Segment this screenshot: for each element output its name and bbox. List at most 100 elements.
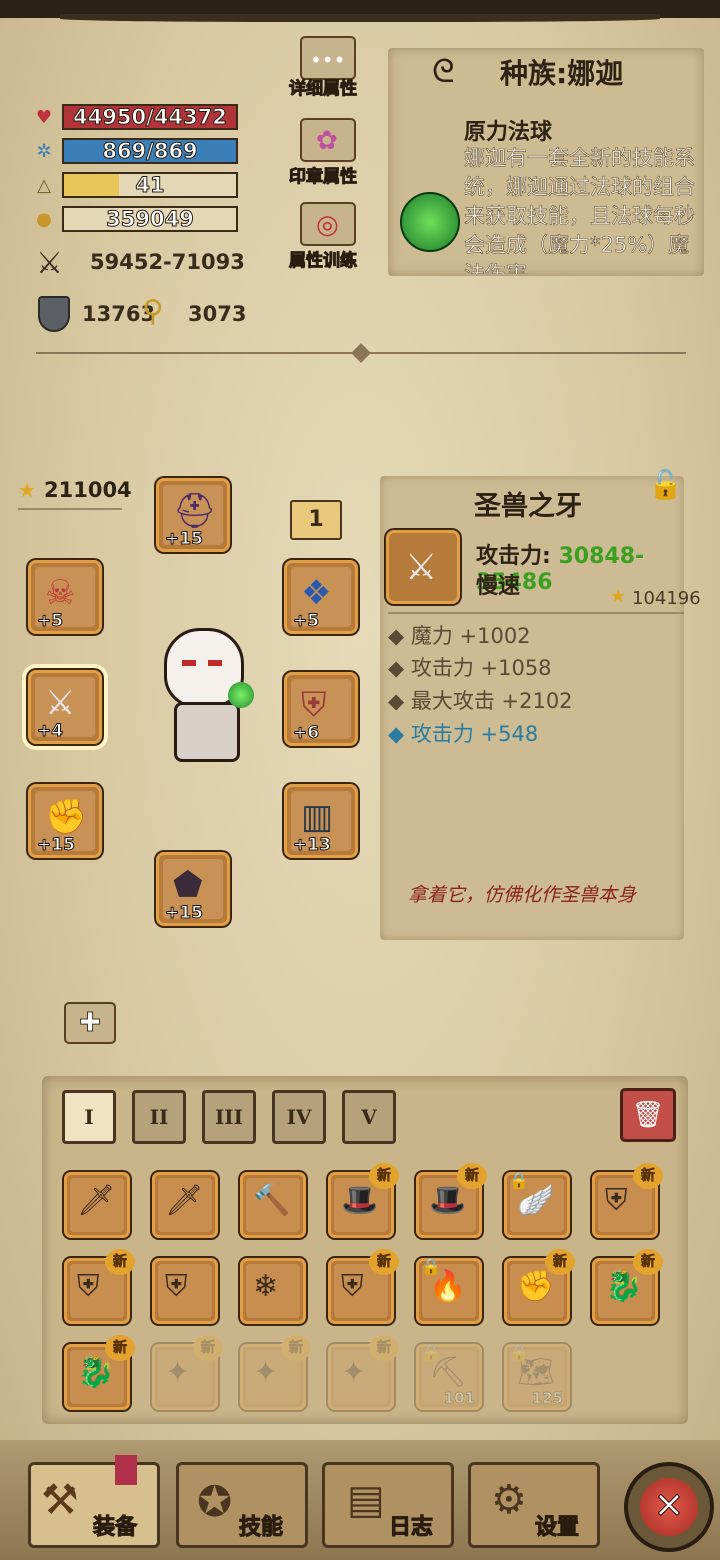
level-row: △ 41 bbox=[34, 172, 244, 200]
inventory-slot[interactable]: ✦ 新 bbox=[240, 1335, 311, 1410]
inventory-slot[interactable]: ⛨ 新 bbox=[64, 1249, 135, 1324]
nav-equip-button[interactable]: ⚒ 装备 bbox=[28, 1455, 160, 1548]
race-title: 种族:娜迦 bbox=[500, 57, 624, 90]
item-count: 101 bbox=[443, 1389, 475, 1408]
slot-level: +15 bbox=[37, 835, 76, 856]
inventory-tab-4[interactable]: IV bbox=[272, 1090, 326, 1144]
new-badge: 新 bbox=[457, 1163, 487, 1189]
item-score: 104196 bbox=[632, 588, 701, 609]
inventory-slot[interactable]: 🔥 🔒 bbox=[416, 1257, 482, 1324]
nav-skill-button[interactable]: ✪ 技能 bbox=[176, 1462, 308, 1548]
dark-armor-icon: ⛨ bbox=[605, 1183, 628, 1218]
sword-icon: 🗡 bbox=[77, 1183, 116, 1218]
inventory-tab-5[interactable]: V bbox=[342, 1090, 396, 1144]
hp-value: 44950/44372 bbox=[73, 105, 228, 129]
gold-icon: ● bbox=[36, 209, 52, 230]
nav-log-button[interactable]: ▤ 日志 bbox=[322, 1462, 454, 1548]
seal-label[interactable]: 印章属性 bbox=[278, 162, 368, 188]
equip-slot-boots[interactable]: ⬟ +15 bbox=[156, 852, 230, 926]
equip-slot-helmet[interactable]: ⛑ +15 bbox=[156, 478, 230, 552]
dragon-armor-icon: 🐉 bbox=[77, 1355, 115, 1390]
attack-label: 攻击力: bbox=[476, 544, 551, 569]
inventory-slot[interactable]: 🎩 新 bbox=[328, 1163, 399, 1238]
inventory-slot[interactable]: ⛨ 新 bbox=[328, 1249, 399, 1324]
equip-slot-amulet[interactable]: ❖ +5 bbox=[284, 560, 358, 634]
inventory-tab-2[interactable]: II bbox=[132, 1090, 186, 1144]
nav-skill-label: 技能 bbox=[238, 1515, 284, 1541]
mask-eye-left bbox=[182, 660, 196, 666]
inventory-slot[interactable]: 🔨 bbox=[240, 1172, 306, 1238]
faded-item-icon: ✦ bbox=[165, 1355, 191, 1390]
curved-blade-icon: ⚔ bbox=[405, 547, 438, 588]
lock-icon: 🔒 bbox=[509, 1343, 529, 1362]
inventory-slot[interactable]: 🐉 新 bbox=[592, 1249, 663, 1324]
inventory-slot[interactable]: ⛏ 🔒 101 bbox=[416, 1343, 482, 1410]
inventory-tab-3[interactable]: III bbox=[202, 1090, 256, 1144]
equip-slot-weapon[interactable]: ⚔ +4 bbox=[28, 670, 102, 744]
inventory-slot[interactable]: 🗡 bbox=[64, 1172, 130, 1238]
inventory-slot[interactable]: ✦ 新 bbox=[328, 1335, 399, 1410]
hammer-icon: 🔨 bbox=[253, 1183, 291, 1218]
star-icon: ★ bbox=[18, 478, 36, 502]
force-orb-icon[interactable] bbox=[400, 192, 460, 252]
hat-icon: 🎩 bbox=[341, 1183, 379, 1218]
amulet-icon: ❖ bbox=[301, 573, 332, 613]
staff-icon: ⚲ bbox=[142, 294, 164, 329]
detail-label[interactable]: 详细属性 bbox=[278, 74, 368, 100]
skill-name: 原力法球 bbox=[464, 120, 553, 145]
magic-value: 3073 bbox=[188, 302, 247, 326]
inventory-slot[interactable]: ❄ bbox=[240, 1258, 306, 1324]
new-badge: 新 bbox=[633, 1163, 663, 1189]
dots-icon: ••• bbox=[310, 48, 346, 72]
mana-icon: ✲ bbox=[36, 141, 52, 162]
inventory-slot[interactable]: 🗡 bbox=[152, 1172, 218, 1238]
item-speed: 慢速 bbox=[476, 574, 521, 599]
inventory-slot[interactable]: ⛨ 新 bbox=[592, 1163, 663, 1238]
expand-button[interactable]: ✚ bbox=[64, 1002, 116, 1044]
hp-row: ♥ 44950/44372 bbox=[34, 104, 244, 132]
hat-icon: 🎩 bbox=[429, 1183, 467, 1218]
bonus-line: ◆ 魔力 +1002 bbox=[388, 624, 531, 648]
green-orb bbox=[228, 682, 254, 708]
leg-armor-icon: ▥ bbox=[301, 797, 334, 837]
trash-button[interactable]: 🗑 bbox=[620, 1088, 676, 1142]
training-button[interactable]: ◎ bbox=[300, 202, 356, 246]
equip-slot-legs[interactable]: ▥ +13 bbox=[284, 784, 358, 858]
lock-icon: 🔒 bbox=[421, 1343, 441, 1362]
inventory-slot[interactable]: 🗺 🔒 125 bbox=[504, 1343, 570, 1410]
item-detail-icon: ⚔ bbox=[386, 530, 460, 604]
nav-log-label: 日志 bbox=[388, 1515, 434, 1541]
new-badge: 新 bbox=[369, 1335, 399, 1361]
slot-level: +15 bbox=[165, 529, 204, 550]
inventory-slot[interactable]: 🎩 新 bbox=[416, 1163, 487, 1238]
mp-value: 869/869 bbox=[102, 139, 198, 163]
scroll-icon: ▤ bbox=[347, 1477, 385, 1523]
equip-slot-offhand[interactable]: ☠ +5 bbox=[28, 560, 102, 634]
inventory-slot[interactable]: 🐉 新 bbox=[64, 1335, 135, 1410]
training-label[interactable]: 属性训练 bbox=[278, 246, 368, 272]
mp-bar: 869/869 bbox=[62, 138, 238, 164]
item-title: 圣兽之牙 bbox=[474, 491, 582, 522]
inventory-slot[interactable]: ✦ 新 bbox=[152, 1335, 223, 1410]
hp-bar: 44950/44372 bbox=[62, 104, 238, 130]
nav-settings-button[interactable]: ⚙ 设置 bbox=[468, 1462, 600, 1548]
close-button[interactable]: ✕ bbox=[624, 1462, 714, 1552]
inventory-slot[interactable]: ⛨ bbox=[152, 1258, 218, 1324]
shield-icon bbox=[38, 296, 70, 332]
power-score: 211004 bbox=[44, 478, 132, 502]
new-badge: 新 bbox=[281, 1335, 311, 1361]
inventory-tab-1[interactable]: I bbox=[62, 1090, 116, 1144]
flower-icon: ✿ bbox=[316, 126, 338, 156]
skull-orb-icon: ☠ bbox=[45, 573, 76, 613]
equip-slot-armor[interactable]: ⛨ +6 bbox=[284, 672, 358, 746]
equip-page-badge[interactable]: 1 bbox=[290, 500, 342, 540]
faded-item-icon: ✦ bbox=[341, 1355, 367, 1390]
seal-button[interactable]: ✿ bbox=[300, 118, 356, 162]
score-underline bbox=[18, 508, 122, 510]
attack-range: 59452-71093 bbox=[90, 250, 245, 274]
equip-slot-gloves[interactable]: ✊ +15 bbox=[28, 784, 102, 858]
skill-description: 娜迦有一套全新的技能系统，娜迦通过法球的组合来获取技能，且法球每秒会造成（魔力*… bbox=[464, 146, 695, 274]
heart-icon: ♥ bbox=[35, 107, 53, 128]
inventory-slot[interactable]: ✊ 新 bbox=[504, 1249, 575, 1324]
inventory-slot[interactable]: 🪽 🔒 bbox=[504, 1171, 570, 1238]
